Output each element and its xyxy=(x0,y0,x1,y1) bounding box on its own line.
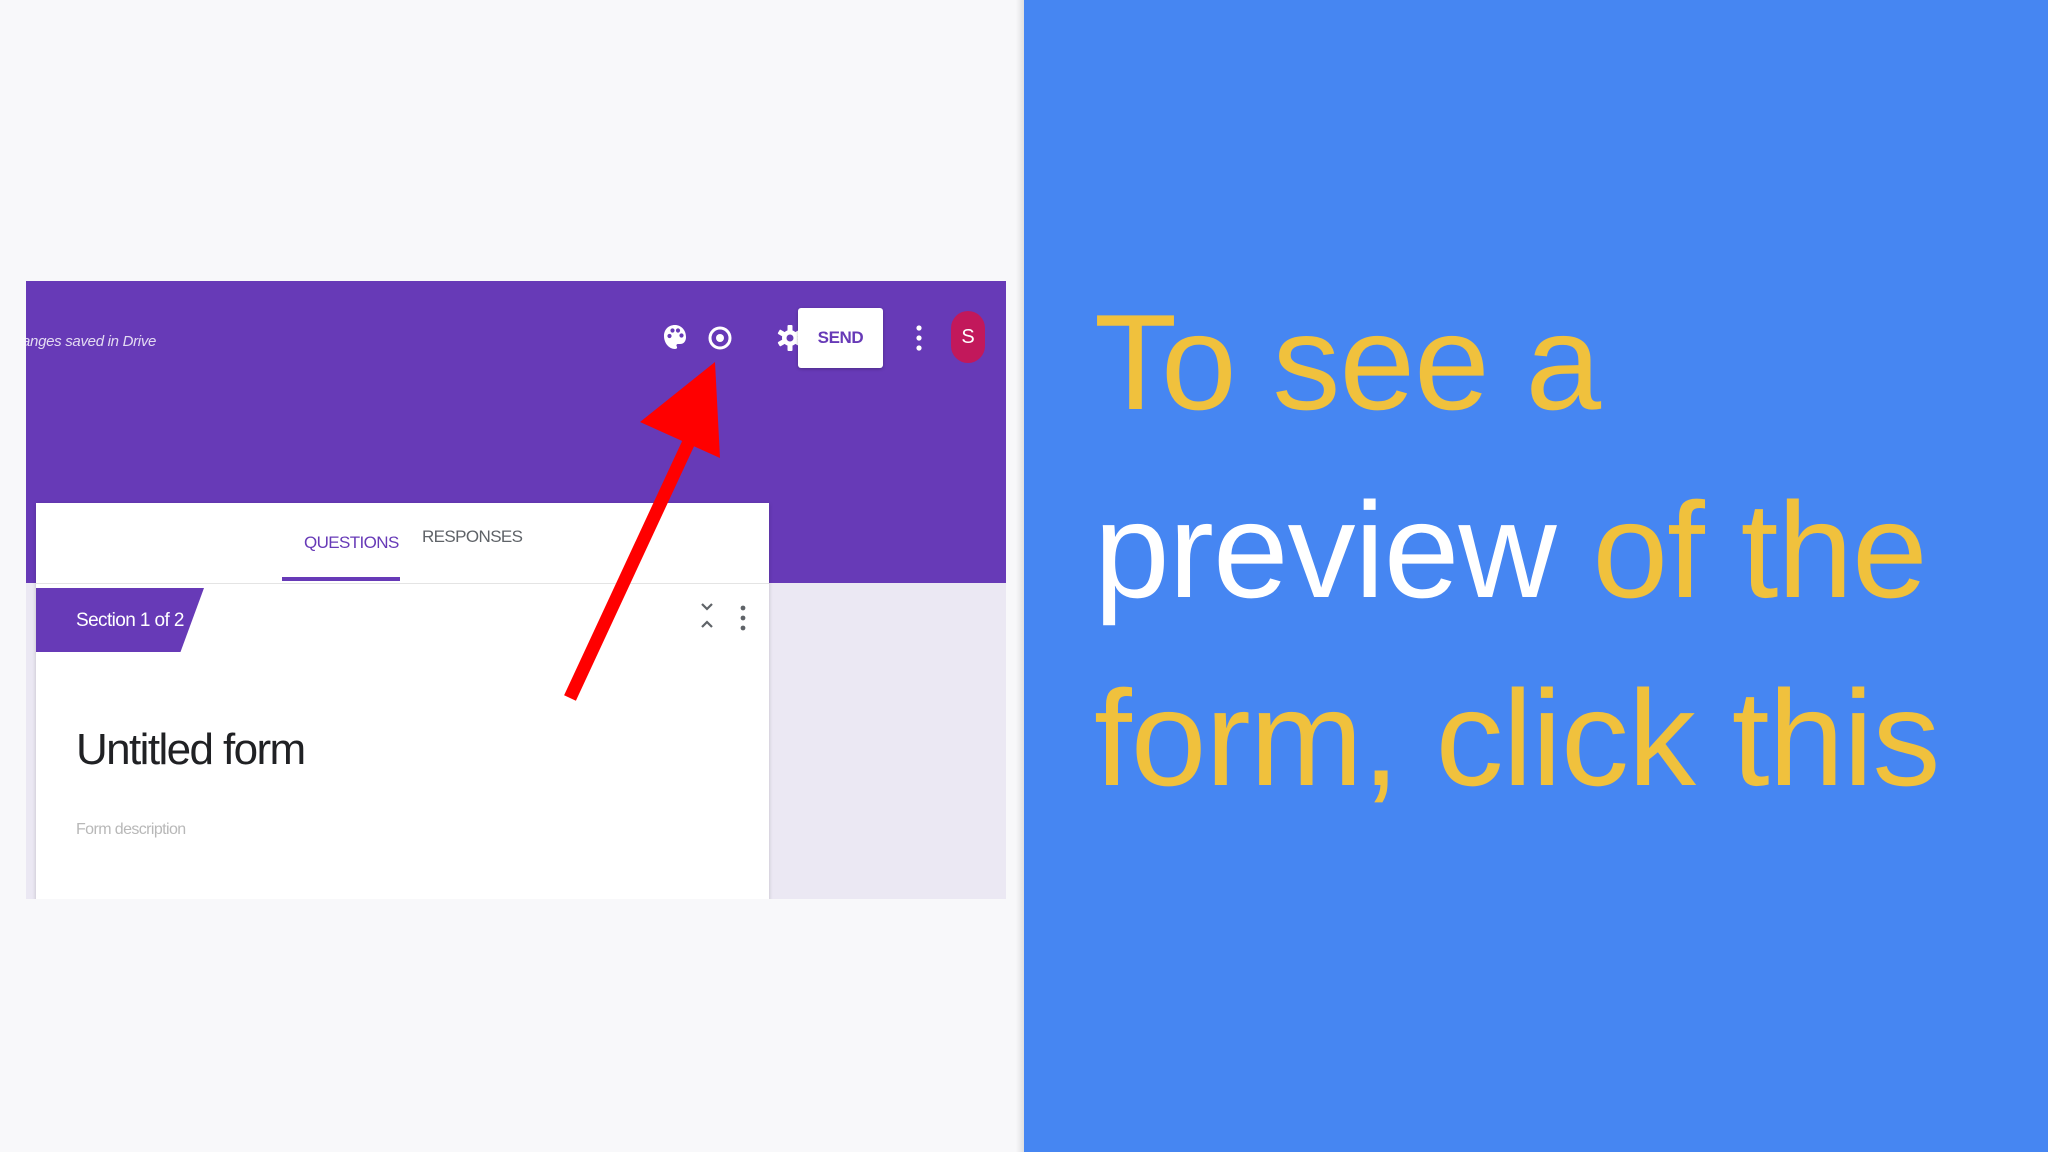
section-label: Section 1 of 2 xyxy=(36,588,204,652)
caption-line-3: form, click this xyxy=(1094,662,1940,814)
account-avatar[interactable]: S xyxy=(951,311,985,363)
caption-highlight-preview: preview xyxy=(1094,474,1557,626)
form-title[interactable]: Untitled form xyxy=(76,725,306,775)
section-more-vert-icon[interactable] xyxy=(739,603,747,633)
form-description-field[interactable]: Form description xyxy=(76,821,186,839)
saved-status-text: anges saved in Drive xyxy=(26,333,157,350)
left-panel: anges saved in Drive SEND S QUESTIONS RE… xyxy=(0,0,1022,1152)
instruction-caption: To see a preview of the form, click this xyxy=(1094,268,2014,832)
section-label-text: Section 1 of 2 xyxy=(76,610,184,631)
red-arrow-annotation xyxy=(564,362,720,701)
google-forms-screenshot: anges saved in Drive SEND S QUESTIONS RE… xyxy=(26,281,1006,899)
active-tab-indicator xyxy=(282,577,400,581)
more-vert-icon[interactable] xyxy=(915,323,923,353)
caption-line-2: preview of the xyxy=(1094,456,2014,644)
send-button[interactable]: SEND xyxy=(798,308,883,368)
tab-questions[interactable]: QUESTIONS xyxy=(304,533,399,553)
tab-responses[interactable]: RESPONSES xyxy=(422,527,523,547)
caption-line-1: To see a xyxy=(1094,286,1601,438)
caption-line-2-rest: of the xyxy=(1555,474,1927,626)
panel-divider-shadow xyxy=(1016,0,1024,1152)
